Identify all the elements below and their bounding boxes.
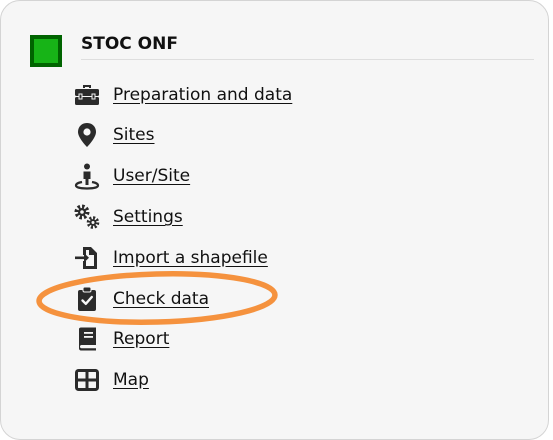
menu-link-map[interactable]: Map [113, 370, 149, 390]
toolbox-icon [73, 81, 101, 109]
person-pin-icon [73, 162, 101, 190]
clipboard-check-icon [73, 285, 101, 313]
menu-item-import-shapefile[interactable]: Import a shapefile [73, 244, 268, 272]
menu-item-sites[interactable]: Sites [73, 121, 155, 149]
module-title: STOC ONF [81, 34, 178, 54]
menu-link-import-shapefile[interactable]: Import a shapefile [113, 248, 268, 268]
menu-link-settings[interactable]: Settings [113, 207, 183, 227]
title-divider [81, 59, 534, 60]
grid-icon [73, 366, 101, 394]
menu-item-preparation-and-data[interactable]: Preparation and data [73, 81, 292, 109]
menu-link-report[interactable]: Report [113, 329, 169, 349]
menu-item-user-site[interactable]: User/Site [73, 162, 190, 190]
menu-link-preparation-and-data[interactable]: Preparation and data [113, 85, 292, 105]
menu-link-check-data[interactable]: Check data [113, 289, 209, 309]
map-marker-icon [73, 121, 101, 149]
menu-link-user-site[interactable]: User/Site [113, 166, 190, 186]
gears-icon [73, 203, 101, 231]
file-import-icon [73, 244, 101, 272]
menu-item-check-data[interactable]: Check data [73, 285, 209, 313]
module-panel: STOC ONF Preparation and data Sites User… [0, 0, 549, 440]
menu-link-sites[interactable]: Sites [113, 125, 155, 145]
book-icon [73, 325, 101, 353]
green-square-icon [30, 35, 62, 67]
menu-item-report[interactable]: Report [73, 325, 169, 353]
menu-item-settings[interactable]: Settings [73, 203, 183, 231]
menu-item-map[interactable]: Map [73, 366, 149, 394]
